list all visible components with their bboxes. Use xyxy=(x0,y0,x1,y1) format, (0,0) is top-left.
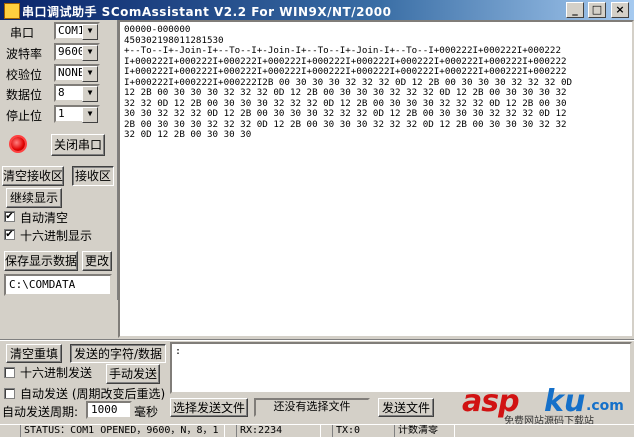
rx-count: RX:2234 xyxy=(236,425,321,437)
status-text: STATUS：COM1 OPENED，9600，N，8，1 xyxy=(20,425,225,437)
baud-value: 9600 xyxy=(58,45,85,58)
title-bar: 串口调试助手 SComAssistant V2.2 For WIN9X/NT/2… xyxy=(0,0,634,20)
selected-file-display: 还没有选择文件 xyxy=(254,398,370,417)
send-file-button[interactable]: 发送文件 xyxy=(378,398,434,417)
port-value: COM1 xyxy=(58,24,85,37)
parity-label: 校验位 xyxy=(6,68,43,82)
auto-period-value: 1000 xyxy=(91,403,118,416)
chevron-down-icon: ▼ xyxy=(82,45,98,61)
window-title: 串口调试助手 SComAssistant V2.2 For WIN9X/NT/2… xyxy=(22,5,392,19)
hex-display-checkbox[interactable]: ✔ xyxy=(4,229,15,240)
auto-period-label: 自动发送周期: xyxy=(2,405,79,419)
auto-clear-label: 自动清空 xyxy=(20,211,69,225)
save-path-field[interactable]: C:\COMDATA xyxy=(4,274,112,296)
auto-send-label: 自动发送 (周期改变后重选) xyxy=(20,387,166,401)
save-path-value: C:\COMDATA xyxy=(9,278,76,291)
change-path-button[interactable]: 更改 xyxy=(82,251,112,271)
clear-send-button[interactable]: 清空重填 xyxy=(6,344,62,363)
close-button[interactable]: × xyxy=(611,2,629,18)
stopbits-select[interactable]: 1 ▼ xyxy=(54,105,100,123)
ms-label: 毫秒 xyxy=(134,405,159,419)
stopbits-value: 1 xyxy=(58,107,65,120)
minimize-button[interactable]: _ xyxy=(566,2,584,18)
port-select[interactable]: COM1 ▼ xyxy=(54,22,100,40)
auto-clear-checkbox[interactable]: ✔ xyxy=(4,211,15,222)
clear-count-button[interactable]: 计数清零 xyxy=(394,425,455,437)
hex-send-label: 十六进制发送 xyxy=(20,366,93,380)
baud-select[interactable]: 9600 ▼ xyxy=(54,43,100,61)
send-chars-toggle[interactable]: 发送的字符/数据 xyxy=(70,344,166,363)
continue-display-button[interactable]: 继续显示 xyxy=(6,188,62,208)
databits-value: 8 xyxy=(58,86,65,99)
auto-period-input[interactable]: 1000 xyxy=(86,401,132,419)
save-data-button[interactable]: 保存显示数据 xyxy=(4,251,78,271)
maximize-button[interactable]: □ xyxy=(588,2,606,18)
hex-send-checkbox[interactable] xyxy=(4,367,15,378)
chevron-down-icon: ▼ xyxy=(82,24,98,40)
clear-receive-button[interactable]: 清空接收区 xyxy=(2,166,64,186)
chevron-down-icon: ▼ xyxy=(82,66,98,82)
section-divider xyxy=(0,339,634,341)
port-status-led-icon xyxy=(11,137,25,151)
chevron-down-icon: ▼ xyxy=(82,107,98,123)
no-file-text: 还没有选择文件 xyxy=(273,400,351,413)
receive-area-toggle[interactable]: 接收区 xyxy=(72,166,114,186)
tx-count: TX:0 xyxy=(332,425,395,437)
chevron-down-icon: ▼ xyxy=(82,86,98,102)
manual-send-button[interactable]: 手动发送 xyxy=(106,364,160,384)
aspku-logo: asp ku .com 免费网站源码下载站 xyxy=(462,384,634,427)
parity-value: NONE xyxy=(58,66,85,79)
hex-display-label: 十六进制显示 xyxy=(20,229,93,243)
receive-text-area[interactable]: 00000-000000 450302198011281530 +--To--I… xyxy=(118,20,634,338)
baud-label: 波特率 xyxy=(6,47,43,61)
auto-send-checkbox[interactable] xyxy=(4,388,15,399)
databits-label: 数据位 xyxy=(6,88,43,102)
status-bar: STATUS：COM1 OPENED，9600，N，8，1 RX:2234 TX… xyxy=(0,424,634,437)
select-file-button[interactable]: 选择发送文件 xyxy=(170,398,248,417)
port-label: 串口 xyxy=(10,26,35,40)
stopbits-label: 停止位 xyxy=(6,109,43,123)
parity-select[interactable]: NONE ▼ xyxy=(54,64,100,82)
databits-select[interactable]: 8 ▼ xyxy=(54,84,100,102)
app-icon xyxy=(4,3,20,19)
close-port-button[interactable]: 关闭串口 xyxy=(51,134,105,156)
